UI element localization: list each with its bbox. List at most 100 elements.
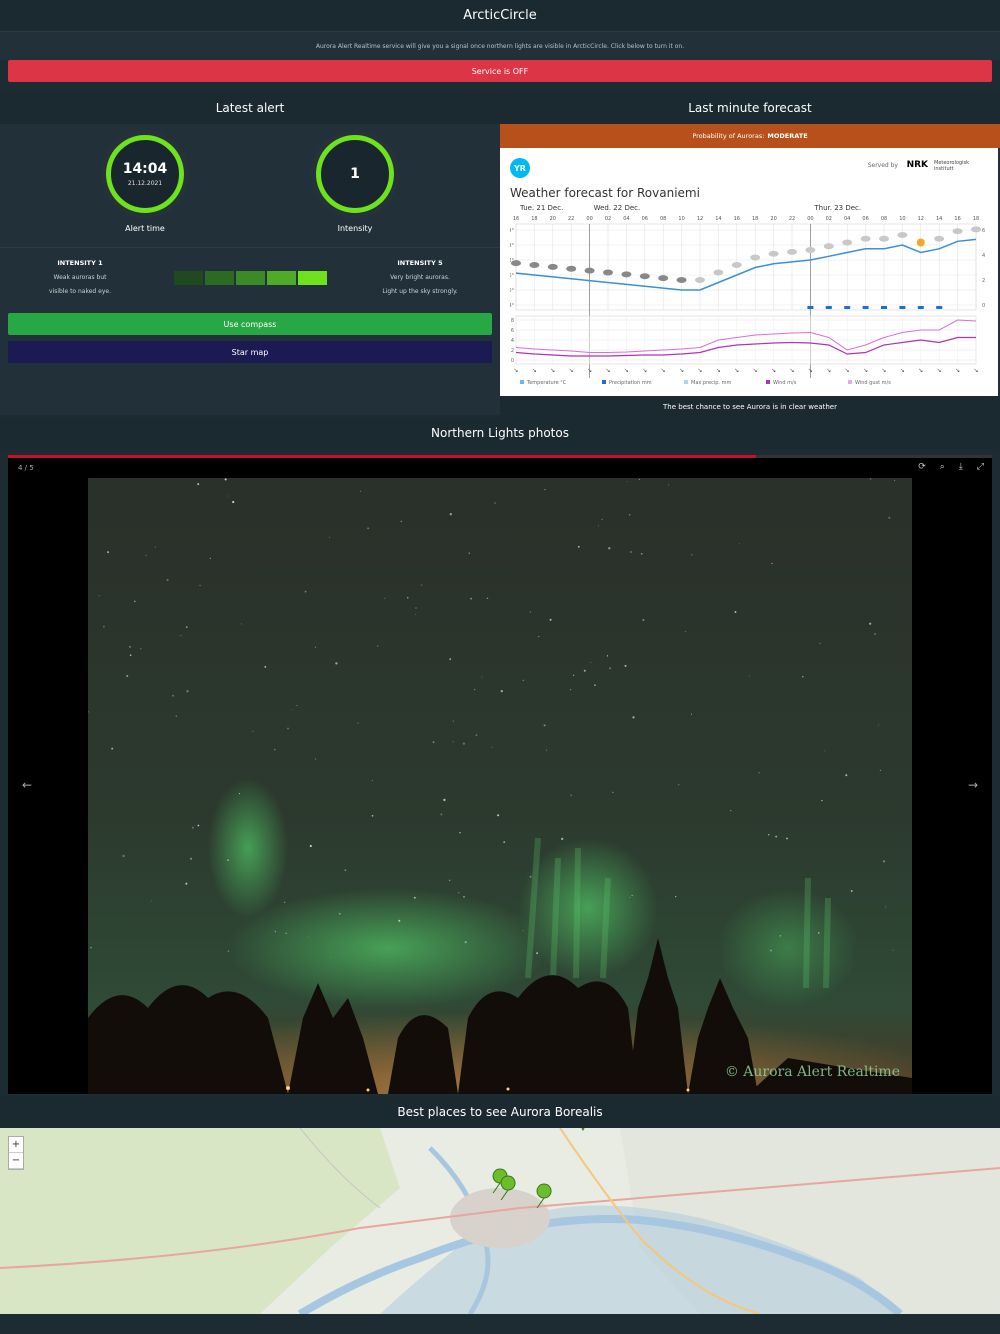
latest-alert-panel: Latest alert 14:04 21.12.2021 Alert time… bbox=[0, 92, 500, 415]
wind-direction-arrow: ↘ bbox=[587, 367, 592, 374]
intensity-low-title: INTENSITY 1 bbox=[57, 259, 103, 267]
forecast-hour-label: 12 bbox=[697, 216, 703, 222]
fullscreen-icon[interactable]: ⤢ bbox=[977, 462, 984, 472]
wind-direction-arrow: ↘ bbox=[789, 367, 794, 374]
cloud-icon bbox=[823, 243, 834, 250]
forecast-hour-label: 08 bbox=[660, 216, 666, 222]
zoom-out-button[interactable]: − bbox=[9, 1153, 23, 1169]
legend-label: Precipitation mm bbox=[609, 380, 652, 386]
forecast-hour-label: 02 bbox=[605, 216, 611, 222]
use-compass-label: Use compass bbox=[223, 319, 277, 329]
gallery-counter: 4 / 5 bbox=[18, 464, 34, 472]
temp-tick-label: -16° bbox=[510, 273, 514, 279]
wind-tick-label: 0 bbox=[511, 358, 514, 364]
service-info-text: Aurora Alert Realtime service will give … bbox=[315, 42, 685, 50]
wind-direction-arrow: ↘ bbox=[863, 367, 868, 374]
wind-direction-arrow: ↘ bbox=[900, 367, 905, 374]
photo-gallery: 4 / 5 ⟳ ⌕ ⤓ ⤢ ← → © Aurora Alert Realtim… bbox=[8, 458, 992, 1094]
wind-direction-arrow: ↘ bbox=[937, 367, 942, 374]
download-icon[interactable]: ⤓ bbox=[959, 462, 963, 472]
forecast-hour-label: 22 bbox=[568, 216, 574, 222]
intensity-high-line1: Very bright auroras. bbox=[390, 274, 450, 281]
intensity-value: 1 bbox=[350, 166, 360, 182]
service-info: Aurora Alert Realtime service will give … bbox=[0, 32, 1000, 60]
cloud-icon bbox=[768, 250, 779, 257]
wind-direction-arrow: ↘ bbox=[513, 367, 518, 374]
wind-direction-arrow: ↘ bbox=[550, 367, 555, 374]
forecast-hour-label: 20 bbox=[550, 216, 556, 222]
cloud-icon bbox=[584, 267, 595, 274]
alert-time-label: Alert time bbox=[125, 224, 165, 233]
yr-forecast-card[interactable]: YR Served by NRK Meteorologisk institutt… bbox=[500, 148, 998, 396]
precipitation-bar bbox=[862, 306, 869, 309]
aurora-photo: © Aurora Alert Realtime bbox=[88, 478, 912, 1094]
precipitation-bar bbox=[917, 306, 924, 309]
probability-value: MODERATE bbox=[767, 132, 808, 140]
alert-time-gauge: 14:04 21.12.2021 Alert time bbox=[95, 130, 195, 233]
cloud-icon bbox=[952, 228, 963, 235]
temp-tick-label: -4° bbox=[510, 228, 514, 234]
star-map-label: Star map bbox=[231, 347, 269, 357]
forecast-panel: Last minute forecast Probability of Auro… bbox=[500, 92, 1000, 418]
precipitation-bar bbox=[881, 306, 887, 309]
photos-heading: Northern Lights photos bbox=[0, 417, 1000, 449]
forecast-hour-label: 16 bbox=[734, 216, 740, 222]
intensity-high-title: INTENSITY 5 bbox=[397, 259, 443, 267]
met-logo: Meteorologisk institutt bbox=[934, 160, 970, 172]
aurora-photo-image bbox=[88, 478, 912, 1094]
forecast-hour-label: 04 bbox=[844, 216, 850, 222]
rotate-icon[interactable]: ⟳ bbox=[918, 462, 926, 472]
use-compass-button[interactable]: Use compass bbox=[8, 313, 492, 335]
wind-tick-label: 4 bbox=[511, 338, 514, 344]
forecast-hour-label: 12 bbox=[918, 216, 924, 222]
service-toggle-label: Service is OFF bbox=[471, 66, 529, 76]
cloud-icon bbox=[658, 275, 669, 282]
aurora-places-map[interactable]: + − bbox=[0, 1128, 1000, 1314]
forecast-day-label: Tue. 21 Dec. bbox=[519, 204, 563, 212]
temperature-line bbox=[515, 238, 977, 291]
precip-tick-label: 6 bbox=[982, 228, 985, 234]
wind-direction-arrow: ↘ bbox=[808, 367, 813, 374]
wind-direction-arrow: ↘ bbox=[918, 367, 923, 374]
cloud-icon bbox=[731, 262, 742, 268]
wind-direction-arrow: ↘ bbox=[845, 367, 850, 374]
forecast-heading: Last minute forecast bbox=[500, 92, 1000, 124]
nrk-logo: NRK bbox=[906, 160, 928, 170]
wind-gust-line bbox=[515, 319, 977, 353]
temp-tick-label: -8° bbox=[510, 243, 514, 249]
cloud-icon bbox=[603, 269, 613, 276]
yr-logo: YR bbox=[510, 158, 530, 178]
intensity-scale-step bbox=[297, 270, 327, 285]
previous-photo-button[interactable]: ← bbox=[22, 778, 32, 792]
wind-direction-arrow: ↘ bbox=[532, 367, 537, 374]
forecast-hour-label: 16 bbox=[513, 216, 519, 222]
app-title: ArcticCircle bbox=[463, 8, 537, 23]
precipitation-bar bbox=[899, 306, 906, 309]
next-photo-button[interactable]: → bbox=[968, 778, 978, 792]
service-toggle-button[interactable]: Service is OFF bbox=[8, 60, 992, 82]
star-map-button[interactable]: Star map bbox=[8, 341, 492, 363]
forecast-hour-label: 20 bbox=[770, 216, 776, 222]
zoom-icon[interactable]: ⌕ bbox=[940, 462, 945, 472]
cloud-icon bbox=[695, 277, 705, 283]
zoom-in-button[interactable]: + bbox=[9, 1137, 23, 1153]
cloud-icon bbox=[547, 263, 558, 270]
intensity-scale-step bbox=[204, 270, 234, 285]
legend-swatch bbox=[848, 380, 852, 384]
intensity-low-description: INTENSITY 1 Weak auroras but visible to … bbox=[20, 256, 140, 299]
forecast-hour-label: 00 bbox=[807, 216, 813, 222]
legend-label: Wind gust m/s bbox=[855, 380, 891, 386]
cloud-icon bbox=[621, 271, 632, 278]
wind-direction-arrow: ↘ bbox=[697, 367, 702, 374]
intensity-high-line2: Light up the sky strongly. bbox=[382, 288, 458, 295]
wind-tick-label: 2 bbox=[511, 348, 514, 354]
cloud-icon bbox=[511, 260, 521, 267]
probability-label: Probability of Auroras: bbox=[692, 132, 765, 140]
legend-swatch bbox=[602, 380, 606, 384]
forecast-hour-label: 08 bbox=[881, 216, 887, 222]
forecast-hour-label: 16 bbox=[954, 216, 960, 222]
cloud-icon bbox=[639, 273, 650, 280]
alert-time-value: 14:04 bbox=[122, 161, 168, 177]
latest-alert-heading: Latest alert bbox=[0, 92, 500, 124]
legend-swatch bbox=[520, 380, 524, 384]
